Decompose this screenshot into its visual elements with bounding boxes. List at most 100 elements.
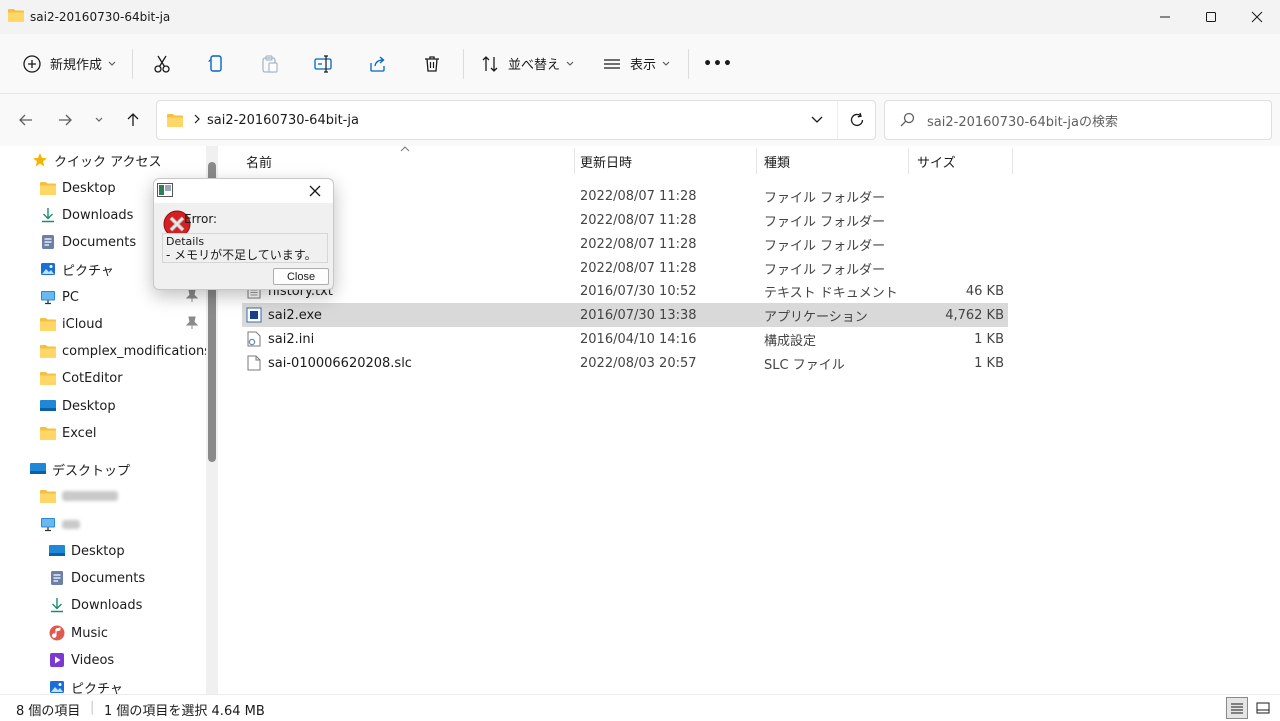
monitor-icon <box>40 516 56 532</box>
sidebar-item-pictures[interactable]: ピクチャ <box>40 257 114 281</box>
sidebar-item-pc[interactable]: PC <box>40 285 79 309</box>
file-row-selected[interactable]: sai2.exe 2016/07/30 13:38 アプリケーション 4,762… <box>242 303 1008 327</box>
more-button[interactable]: ••• <box>691 44 745 84</box>
sort-label: 並べ替え <box>508 58 561 73</box>
minimize-button[interactable] <box>1142 0 1188 34</box>
file-row[interactable]: 2022/08/07 11:28 ファイル フォルダー <box>242 208 1008 232</box>
share-button[interactable] <box>351 44 405 84</box>
dialog-close-button[interactable] <box>305 181 325 201</box>
pictures-icon <box>40 261 56 277</box>
file-row[interactable]: sai2.ini 2016/04/10 14:16 構成設定 1 KB <box>242 327 1008 351</box>
plus-circle-icon <box>23 54 41 73</box>
search-box[interactable]: sai2-20160730-64bit-jaの検索 <box>884 100 1272 140</box>
back-button[interactable] <box>13 107 39 133</box>
details-box: Details - メモリが不足しています。 <box>162 233 328 263</box>
folder-icon <box>8 8 24 26</box>
tiles-view-icon <box>1256 702 1270 714</box>
column-divider[interactable] <box>574 148 575 174</box>
file-type: ファイル フォルダー <box>764 190 886 206</box>
column-header-type[interactable]: 種類 <box>764 146 790 176</box>
file-type: テキスト ドキュメント <box>764 285 898 301</box>
recent-locations-button[interactable] <box>86 107 112 133</box>
sidebar-item-quick-access[interactable]: クイック アクセス <box>32 148 161 172</box>
column-divider[interactable] <box>908 148 909 174</box>
file-row[interactable]: sai-010006620208.slc 2022/08/03 20:57 SL… <box>242 351 1008 375</box>
star-icon <box>32 152 48 168</box>
pin-icon[interactable] <box>185 289 199 307</box>
breadcrumb[interactable]: sai2-20160730-64bit-ja <box>207 113 359 128</box>
monitor-icon <box>40 289 56 305</box>
close-window-button[interactable] <box>1234 0 1280 34</box>
sidebar-item-label: ピクチャ <box>71 681 123 695</box>
column-divider[interactable] <box>756 148 757 174</box>
address-bar[interactable]: sai2-20160730-64bit-ja <box>156 100 876 140</box>
file-size: 1 KB <box>974 355 1004 371</box>
sidebar-item-desktop-root[interactable]: デスクトップ <box>30 457 130 481</box>
file-type: 構成設定 <box>764 333 817 349</box>
navigation-row: sai2-20160730-64bit-ja sai2-20160730-64b… <box>0 94 1280 146</box>
up-button[interactable] <box>120 107 146 133</box>
details-view-icon <box>1231 703 1243 714</box>
sidebar-item-pc-pictures[interactable]: ピクチャ <box>49 675 123 694</box>
chevron-down-icon <box>566 61 574 66</box>
sidebar-item-user-folder[interactable] <box>40 484 118 508</box>
maximize-button[interactable] <box>1188 0 1234 34</box>
file-modified: 2016/07/30 13:38 <box>580 307 697 323</box>
sidebar-item-this-pc[interactable] <box>40 512 80 536</box>
file-row[interactable]: 2022/08/07 11:28 ファイル フォルダー <box>242 184 1008 208</box>
folder-icon <box>40 180 56 196</box>
file-row[interactable]: 2022/08/07 11:28 ファイル フォルダー <box>242 256 1008 280</box>
close-icon <box>309 185 321 197</box>
minimize-icon <box>1160 16 1170 18</box>
trash-icon <box>425 55 440 72</box>
app-icon <box>157 183 173 201</box>
sidebar-item-pc-downloads[interactable]: Downloads <box>49 593 142 617</box>
file-type: ファイル フォルダー <box>764 262 886 278</box>
sidebar-item-coteditor[interactable]: CotEditor <box>40 366 123 390</box>
cut-button[interactable] <box>135 44 189 84</box>
sidebar-item-excel[interactable]: Excel <box>40 421 96 445</box>
refresh-button[interactable] <box>837 101 875 139</box>
address-dropdown-button[interactable] <box>797 101 837 139</box>
details-view-button[interactable] <box>1226 697 1248 719</box>
dialog-close-label-button[interactable]: Close <box>273 268 329 285</box>
copy-button[interactable] <box>189 44 243 84</box>
file-type: SLC ファイル <box>764 357 845 373</box>
file-icon <box>246 355 262 371</box>
sidebar-item-documents[interactable]: Documents <box>40 230 136 254</box>
column-header-modified[interactable]: 更新日時 <box>580 146 632 176</box>
arrow-left-icon <box>19 114 32 126</box>
file-size: 1 KB <box>974 331 1004 347</box>
rename-button[interactable] <box>297 44 351 84</box>
sidebar-item-downloads[interactable]: Downloads <box>40 203 133 227</box>
pin-icon[interactable] <box>185 316 199 334</box>
file-row[interactable]: 2022/08/07 11:28 ファイル フォルダー <box>242 232 1008 256</box>
sidebar-item-desktop-2[interactable]: Desktop <box>40 394 116 418</box>
status-divider: | <box>90 700 95 715</box>
sort-button[interactable]: 並べ替え <box>480 44 574 84</box>
new-button[interactable]: 新規作成 <box>22 44 116 84</box>
search-icon <box>899 112 915 128</box>
sidebar-item-icloud[interactable]: iCloud <box>40 312 103 336</box>
folder-icon <box>40 370 56 386</box>
sidebar-item-complex-modifications[interactable]: complex_modifications <box>40 339 211 363</box>
tiles-view-button[interactable] <box>1252 697 1274 719</box>
sidebar-item-label: Desktop <box>62 180 116 196</box>
sidebar-item-pc-videos[interactable]: Videos <box>49 648 114 672</box>
column-header-name[interactable]: 名前 <box>246 146 272 176</box>
file-row[interactable]: history.txt 2016/07/30 10:52 テキスト ドキュメント… <box>242 279 1008 303</box>
sidebar-item-pc-desktop[interactable]: Desktop <box>49 539 125 563</box>
sidebar-item-pc-music[interactable]: Music <box>49 621 108 645</box>
sidebar-item-desktop[interactable]: Desktop <box>40 176 116 200</box>
sidebar-item-pc-documents[interactable]: Documents <box>49 566 145 590</box>
toolbar-divider <box>688 48 690 79</box>
view-button[interactable]: 表示 <box>602 44 670 84</box>
column-divider[interactable] <box>1012 148 1013 174</box>
forward-button[interactable] <box>52 107 78 133</box>
column-header-size[interactable]: サイズ <box>917 146 956 176</box>
download-icon <box>40 207 56 223</box>
video-icon <box>49 652 65 668</box>
document-icon <box>49 570 65 586</box>
paste-button[interactable] <box>243 44 297 84</box>
delete-button[interactable] <box>405 44 459 84</box>
